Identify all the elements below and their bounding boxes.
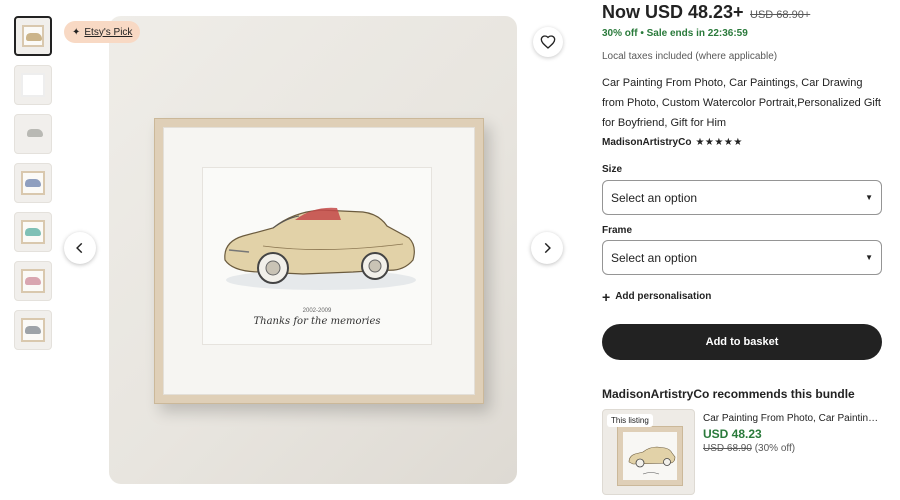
personalise-label: Add personalisation [615,291,712,302]
picture-frame: 2002-2009 Thanks for the memories [154,118,484,404]
car-illustration [628,446,676,475]
chevron-left-icon [76,242,83,254]
star-rating[interactable]: ★★★★★ [695,137,742,148]
thumbnail-3[interactable] [14,114,52,154]
artwork-caption: Thanks for the memories [253,316,381,327]
frame-label: Frame [602,225,633,236]
size-select-value: Select an option [611,190,698,205]
bundle-original-price-row: USD 68.90 (30% off) [703,443,883,454]
bundle-discount: (30% off) [751,443,796,454]
size-label: Size [602,164,623,175]
sale-info: 30% off • Sale ends in 22:36:59 [602,28,748,39]
thumbnail-strip [14,16,52,359]
this-listing-tag: This listing [607,414,653,427]
price-row: Now USD 48.23+ USD 68.90+ [602,2,810,23]
current-price: Now USD 48.23+ [602,2,744,22]
heart-icon [540,35,556,49]
caret-down-icon: ▼ [865,193,873,202]
shop-row: MadisonArtistryCo ★★★★★ [602,137,743,148]
frame-select-value: Select an option [611,250,698,265]
bundle-card: This listing Car Painting From Photo, Ca… [602,409,886,495]
shop-name-link[interactable]: MadisonArtistryCo [602,137,691,148]
thumbnail-7[interactable] [14,310,52,350]
thumbnail-1[interactable] [14,16,52,56]
sale-countdown: Sale ends in 22:36:59 [646,28,748,39]
car-print: 2002-2009 Thanks for the memories [202,167,432,345]
product-image[interactable]: 2002-2009 Thanks for the memories [109,16,517,484]
sparkle-icon: ✦ [72,26,81,38]
bundle-heading: MadisonArtistryCo recommends this bundle [602,387,855,401]
bundle-info: Car Painting From Photo, Car Paintings, … [703,413,883,454]
listing-title: Car Painting From Photo, Car Paintings, … [602,77,881,129]
bundle-item-title[interactable]: Car Painting From Photo, Car Paintings, … [703,413,883,424]
original-price: USD 68.90+ [750,9,811,21]
size-select[interactable]: Select an option ▼ [602,180,882,215]
etsys-pick-badge[interactable]: ✦ Etsy's Pick [64,21,141,43]
thumbnail-6[interactable] [14,261,52,301]
add-personalisation-button[interactable]: + Add personalisation [602,288,712,305]
plus-icon: + [602,288,611,305]
thumbnail-5[interactable] [14,212,52,252]
add-to-basket-button[interactable]: Add to basket [602,324,882,360]
previous-image-button[interactable] [64,232,96,264]
thumbnail-2[interactable] [14,65,52,105]
car-illustration [224,207,416,290]
bundle-item-price: USD 48.23 [703,427,762,441]
caret-down-icon: ▼ [865,253,873,262]
favourite-button[interactable] [533,27,563,57]
discount-label: 30% off [602,28,638,39]
taxes-note: Local taxes included (where applicable) [602,51,778,62]
chevron-right-icon [544,242,551,254]
thumbnail-4[interactable] [14,163,52,203]
frame-select[interactable]: Select an option ▼ [602,240,882,275]
etsys-pick-label: Etsy's Pick [84,26,133,38]
bundle-thumbnail[interactable]: This listing [602,409,695,495]
next-image-button[interactable] [531,232,563,264]
artwork-year: 2002-2009 [302,308,332,314]
bundle-original-price: USD 68.90 [703,443,752,454]
